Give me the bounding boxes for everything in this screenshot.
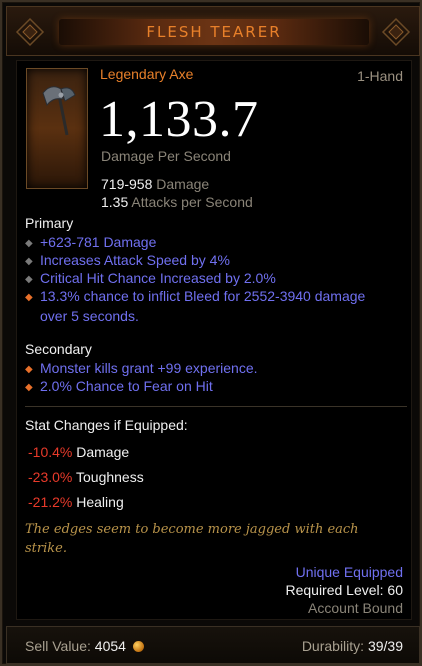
durability: Durability: 39/39 bbox=[301, 638, 403, 654]
attack-speed: 1.35 bbox=[101, 194, 129, 210]
title-plate: FLESH TEARER bbox=[59, 19, 369, 45]
attack-speed-line: 1.35 Attacks per Second bbox=[101, 194, 253, 210]
divider bbox=[25, 406, 407, 407]
stat-change-row: -21.2% Healing bbox=[28, 494, 124, 510]
dps-label: Damage Per Second bbox=[101, 148, 231, 164]
ornament-right-icon bbox=[381, 17, 411, 47]
primary-affix: ◆ Increases Attack Speed by 4% bbox=[25, 251, 395, 271]
item-name: FLESH TEARER bbox=[146, 23, 282, 41]
sell-value: Sell Value: 4054 bbox=[25, 638, 144, 654]
title-bar: FLESH TEARER bbox=[6, 6, 420, 56]
damage-range-line: 719-958 Damage bbox=[101, 176, 209, 192]
primary-label: Primary bbox=[25, 215, 74, 231]
required-level: Required Level: 60 bbox=[285, 582, 403, 598]
primary-affix: ◆ Critical Hit Chance Increased by 2.0% bbox=[25, 269, 395, 289]
attack-speed-label: Attacks per Second bbox=[131, 194, 253, 210]
secondary-affix: ◆ 2.0% Chance to Fear on Hit bbox=[25, 377, 395, 397]
legendary-affix: ◆ 13.3% chance to inflict Bleed for 2552-… bbox=[25, 288, 366, 324]
gold-coin-icon bbox=[132, 641, 144, 652]
ornament-left-icon bbox=[15, 17, 45, 47]
item-type: Legendary Axe bbox=[100, 66, 194, 82]
flavor-text: The edges seem to become more jagged wit… bbox=[25, 522, 359, 556]
orange-diamond-icon: ◆ bbox=[25, 292, 33, 303]
stat-changes-label: Stat Changes if Equipped: bbox=[25, 417, 188, 433]
item-slot bbox=[26, 68, 88, 189]
stat-change-row: -10.4% Damage bbox=[28, 444, 130, 460]
item-tooltip: FLESH TEARER Legendary Axe 1-Hand 1,133.… bbox=[0, 0, 422, 666]
damage-range: 719-958 bbox=[101, 176, 153, 192]
dps-value: 1,133.7 bbox=[99, 91, 259, 148]
orange-diamond-icon: ◆ bbox=[25, 382, 33, 393]
secondary-affix: ◆ Monster kills grant +99 experience. bbox=[25, 359, 395, 379]
axe-icon bbox=[42, 86, 76, 136]
primary-affix: ◆ +623-781 Damage bbox=[25, 233, 395, 253]
unique-equipped: Unique Equipped bbox=[295, 564, 403, 580]
stat-change-row: -23.0% Toughness bbox=[28, 469, 144, 485]
tooltip-footer: Sell Value: 4054 Durability: 39/39 bbox=[6, 626, 420, 664]
secondary-label: Secondary bbox=[25, 341, 92, 357]
damage-label: Damage bbox=[156, 176, 210, 192]
item-hand: 1-Hand bbox=[357, 68, 403, 84]
account-bound: Account Bound bbox=[308, 600, 403, 616]
